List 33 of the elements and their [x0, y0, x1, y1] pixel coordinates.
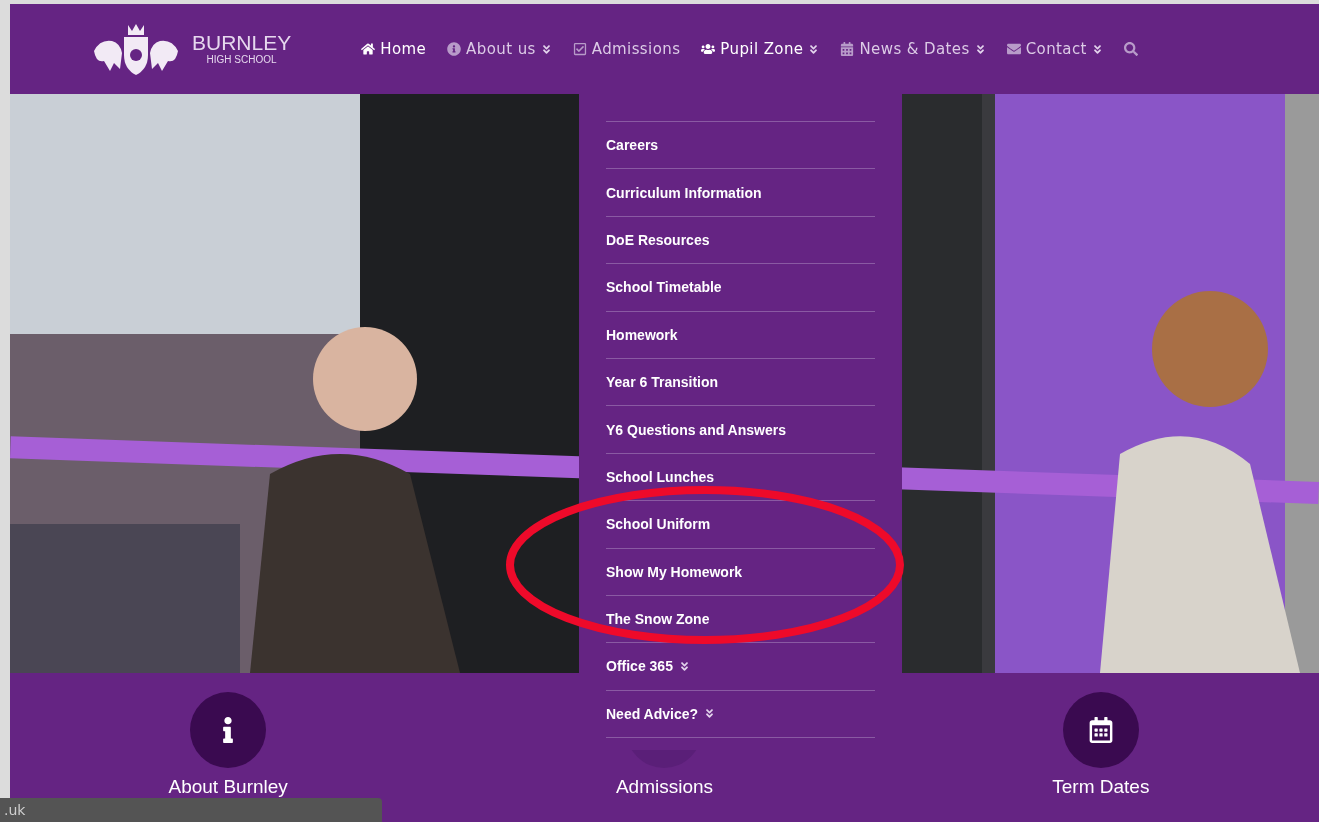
nav-link[interactable]: Home: [361, 40, 427, 58]
nav-link[interactable]: Admissions: [572, 40, 681, 58]
menu-item[interactable]: Y6 Questions and Answers: [606, 421, 786, 438]
status-bar: .uk: [0, 798, 382, 822]
menu-item[interactable]: The Snow Zone: [606, 611, 710, 628]
menu-item[interactable]: School Timetable: [606, 279, 722, 296]
menu-item[interactable]: Homework: [606, 326, 678, 343]
feature-title[interactable]: About Burnley: [168, 776, 288, 798]
menu-item[interactable]: Careers: [606, 137, 659, 154]
calendar-icon: [1087, 717, 1114, 743]
menu-item[interactable]: Office 365: [606, 658, 690, 675]
info-icon: [447, 42, 462, 56]
nav-link[interactable]: Contact: [1006, 40, 1103, 58]
menu-item[interactable]: School Uniform: [606, 516, 711, 533]
feature-title[interactable]: Admissions: [615, 776, 714, 798]
people-icon: [701, 42, 716, 56]
menu-item[interactable]: School Lunches: [606, 468, 715, 485]
menu-item[interactable]: Year 6 Transition: [606, 374, 719, 391]
checkbox-icon: [572, 42, 587, 56]
nav-link[interactable]: Pupil Zone: [701, 40, 820, 58]
school-name: BURNLEY: [192, 32, 292, 54]
school-subtitle: HIGH SCHOOL: [206, 54, 277, 66]
envelope-icon: [1006, 42, 1021, 56]
home-icon: [361, 42, 376, 56]
calendar-icon: [840, 42, 855, 56]
menu-item[interactable]: Curriculum Information: [606, 184, 762, 201]
menu-item[interactable]: Show My Homework: [606, 563, 743, 580]
menu-item[interactable]: Need Advice?: [606, 705, 716, 722]
nav-link[interactable]: About us: [447, 40, 552, 58]
nav-link[interactable]: News & Dates: [840, 40, 986, 58]
feature-title[interactable]: Term Dates: [1052, 776, 1150, 798]
search-icon[interactable]: [1123, 42, 1138, 56]
menu-item[interactable]: DoE Resources: [606, 231, 710, 248]
